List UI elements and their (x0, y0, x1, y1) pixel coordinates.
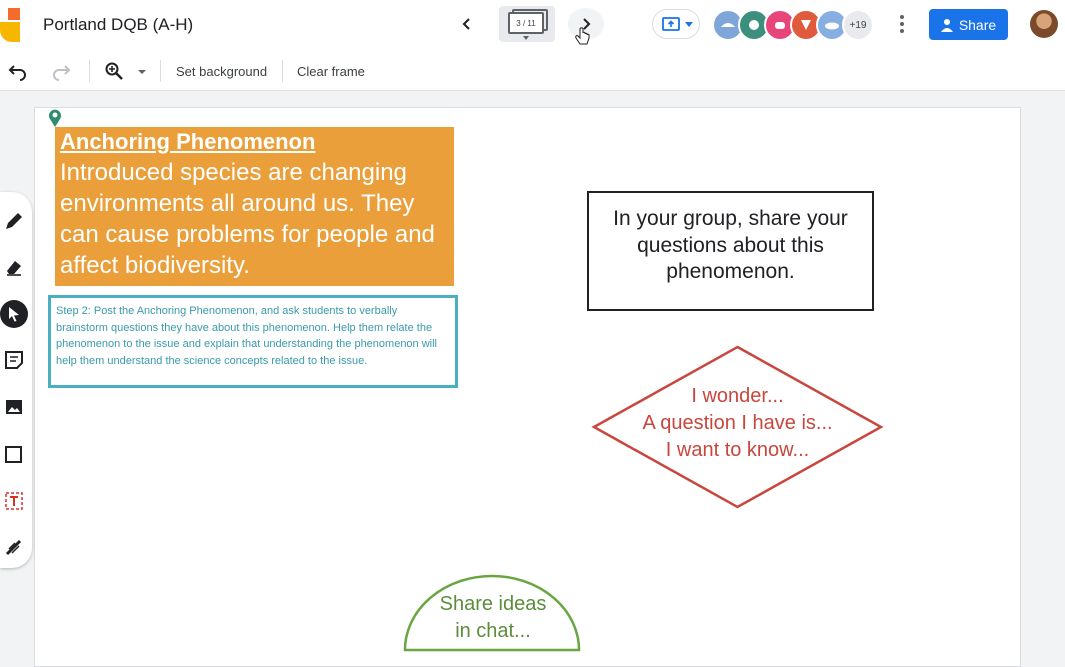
share-label: Share (958, 16, 997, 33)
side-toolbar (0, 192, 32, 568)
step-instructions-box[interactable]: Step 2: Post the Anchoring Phenomenon, a… (48, 295, 458, 388)
zoom-icon[interactable] (104, 61, 124, 81)
group-prompt-text: In your group, share your questions abou… (613, 207, 848, 283)
anchoring-phenomenon-note[interactable]: Anchoring Phenomenon Introduced species … (55, 127, 454, 286)
anchoring-heading: Anchoring Phenomenon (60, 129, 316, 154)
share-button[interactable]: Share (929, 9, 1008, 40)
select-arrow-icon (9, 307, 19, 322)
pen-icon[interactable] (3, 210, 25, 232)
redo-icon[interactable] (51, 61, 71, 81)
wonder-line-3: I want to know... (665, 439, 810, 461)
text-box-icon[interactable] (3, 490, 25, 512)
share-ideas-line-1: Share ideas (439, 593, 547, 615)
more-collaborators-badge[interactable]: +19 (842, 9, 874, 41)
more-options-icon[interactable] (892, 12, 912, 36)
group-prompt-box[interactable]: In your group, share your questions abou… (587, 191, 874, 311)
toolbar-divider (160, 60, 161, 82)
person-icon (940, 18, 953, 32)
laser-icon[interactable] (3, 536, 25, 558)
anonymous-animal-icon (775, 22, 785, 29)
present-screen-icon (662, 17, 680, 31)
zoom-dropdown-icon[interactable] (138, 70, 146, 75)
jamboard-logo[interactable] (0, 8, 24, 42)
frame-counter-button[interactable]: 3 / 11 (499, 6, 555, 42)
share-ideas-line-2: in chat... (455, 620, 531, 642)
present-button[interactable] (652, 9, 700, 39)
undo-icon[interactable] (8, 61, 28, 81)
wonder-line-2: A question I have is... (642, 412, 833, 434)
document-title[interactable]: Portland DQB (A-H) (43, 15, 193, 35)
anchoring-body: Introduced species are changing environm… (60, 159, 435, 279)
caret-down-icon (523, 36, 529, 40)
image-icon[interactable] (3, 396, 25, 418)
caret-down-icon (685, 22, 693, 27)
chevron-left-icon (462, 18, 470, 30)
select-tool[interactable] (0, 300, 28, 328)
anonymous-animal-icon (801, 20, 811, 30)
toolbar-divider (89, 60, 90, 82)
sticky-note-icon[interactable] (3, 349, 25, 371)
edit-toolbar: Set background Clear frame (0, 52, 1065, 91)
step-instructions-text: Step 2: Post the Anchoring Phenomenon, a… (56, 305, 437, 367)
location-pin-icon[interactable] (48, 109, 62, 127)
previous-frame-button[interactable] (449, 8, 485, 40)
eraser-icon[interactable] (3, 256, 25, 278)
shape-icon[interactable] (3, 443, 25, 465)
toolbar-divider (282, 60, 283, 82)
anonymous-animal-icon (825, 22, 839, 30)
share-ideas-text: Share ideas in chat... (403, 591, 583, 645)
user-avatar[interactable] (1030, 10, 1058, 38)
top-bar: Portland DQB (A-H) 3 / 11 +19 Share (0, 0, 1065, 52)
collaborator-avatars[interactable]: +19 (712, 9, 874, 41)
frame-counter-label: 3 / 11 (508, 12, 544, 34)
clear-frame-button[interactable]: Clear frame (297, 64, 365, 79)
set-background-button[interactable]: Set background (176, 64, 267, 79)
wonder-text: I wonder... A question I have is... I wa… (591, 383, 884, 464)
hand-cursor-icon (575, 27, 590, 45)
anonymous-animal-icon (749, 20, 759, 30)
wonder-line-1: I wonder... (691, 385, 784, 407)
anonymous-animal-icon (721, 23, 735, 27)
